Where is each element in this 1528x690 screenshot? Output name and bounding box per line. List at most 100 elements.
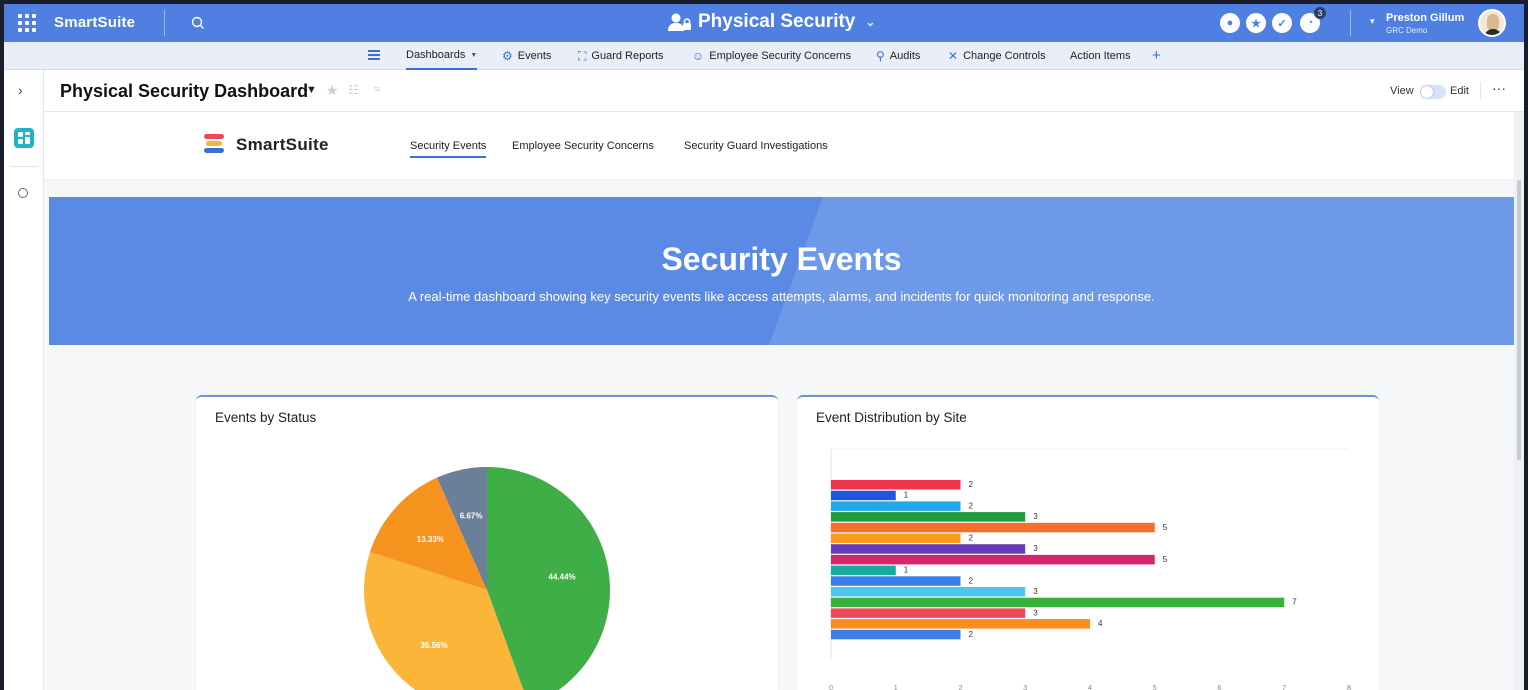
menu-icon[interactable] bbox=[368, 50, 380, 60]
scrollbar-thumb[interactable] bbox=[1517, 180, 1521, 460]
avatar[interactable] bbox=[1478, 9, 1506, 37]
chevron-down-icon[interactable]: ▼ bbox=[306, 84, 317, 96]
bar[interactable] bbox=[831, 480, 961, 490]
bar[interactable] bbox=[831, 554, 1155, 565]
nav-label: Events bbox=[517, 50, 552, 62]
dashboard-icon[interactable] bbox=[14, 128, 34, 148]
tab-security-guard-investigations[interactable]: Security Guard Investigations bbox=[684, 140, 828, 152]
bar[interactable] bbox=[831, 544, 1026, 554]
hero-description: A real-time dashboard showing key securi… bbox=[408, 289, 1155, 304]
top-bar: SmartSuite Physical Security ⌄ ● ★ ✓ ◔ 3… bbox=[4, 4, 1524, 42]
nav-label: Employee Security Concerns bbox=[709, 50, 852, 62]
nav-employee-security-concerns[interactable]: ☺ Employee Security Concerns bbox=[692, 42, 851, 70]
view-edit-toggle[interactable] bbox=[1420, 85, 1446, 99]
bar[interactable] bbox=[831, 576, 961, 586]
audits-icon: ⚲ bbox=[876, 49, 885, 63]
bar-value-label: 3 bbox=[1033, 608, 1038, 617]
tab-security-events[interactable]: Security Events bbox=[410, 140, 487, 158]
x-tick-label: 0 bbox=[829, 683, 833, 690]
rss-icon[interactable]: ≈ bbox=[374, 82, 381, 96]
pie-slice-label: 35.56% bbox=[420, 641, 447, 650]
tools-icon: ✕ bbox=[948, 49, 959, 63]
x-tick-label: 6 bbox=[1217, 683, 1221, 690]
events-by-status-chart: 44.44% 35.56% 13.33% 6.67% bbox=[364, 467, 610, 690]
tab-employee-security-concerns[interactable]: Employee Security Concerns bbox=[512, 140, 654, 152]
bar[interactable] bbox=[831, 490, 896, 501]
bar-value-label: 3 bbox=[1033, 587, 1038, 596]
smartsuite-logo-icon bbox=[204, 134, 224, 154]
event-distribution-card: Event Distribution by Site 2123523512373… bbox=[797, 395, 1379, 690]
favorites-icon[interactable]: ★ bbox=[1246, 13, 1266, 33]
brand-name[interactable]: SmartSuite bbox=[54, 14, 135, 31]
user-org: GRC Demo bbox=[1386, 26, 1428, 35]
page-title: Physical Security Dashboard bbox=[60, 81, 309, 101]
hero-title: Security Events bbox=[661, 241, 902, 277]
x-tick-label: 5 bbox=[1153, 683, 1157, 690]
nav-label: Action Items bbox=[1070, 50, 1131, 62]
chevron-down-icon: ▼ bbox=[470, 51, 478, 59]
x-tick-label: 2 bbox=[958, 683, 962, 690]
bar[interactable] bbox=[831, 608, 1026, 618]
bar-value-label: 2 bbox=[969, 630, 974, 639]
bar[interactable] bbox=[831, 512, 1026, 522]
bar-value-label: 2 bbox=[969, 576, 974, 585]
x-tick-label: 4 bbox=[1088, 683, 1092, 690]
bar-value-label: 1 bbox=[904, 566, 909, 575]
user-menu-chevron-icon[interactable]: ▾ bbox=[1370, 16, 1375, 27]
nav-guard-reports[interactable]: ⛶ Guard Reports bbox=[578, 42, 664, 70]
bar[interactable] bbox=[831, 533, 961, 544]
bar-value-label: 1 bbox=[904, 491, 909, 500]
x-tick-label: 8 bbox=[1347, 683, 1351, 690]
pie-slice-label: 44.44% bbox=[549, 573, 576, 582]
bar[interactable] bbox=[831, 522, 1155, 533]
x-tick-label: 7 bbox=[1282, 683, 1286, 690]
events-by-status-card: Events by Status 44.44% 35.56% 13.33% 6.67% bbox=[196, 395, 778, 690]
expand-sidebar-icon[interactable]: › bbox=[18, 82, 23, 98]
logo-text: SmartSuite bbox=[236, 135, 329, 154]
pie-slice-label: 13.33% bbox=[417, 535, 444, 544]
bar-value-label: 5 bbox=[1163, 555, 1168, 564]
scrollbar[interactable] bbox=[1514, 112, 1524, 690]
bar[interactable] bbox=[831, 619, 1090, 629]
pie-slice-label: 6.67% bbox=[460, 511, 483, 520]
nav-label: Change Controls bbox=[963, 50, 1046, 62]
notification-count-badge: 3 bbox=[1314, 7, 1326, 19]
events-icon: ⚙ bbox=[502, 49, 513, 63]
nav-dashboards[interactable]: Dashboards ▼ bbox=[406, 42, 478, 70]
workspace-title[interactable]: Physical Security ⌄ bbox=[668, 11, 875, 33]
bar[interactable] bbox=[831, 565, 896, 576]
bar-value-label: 2 bbox=[969, 501, 974, 510]
more-options-icon[interactable]: ··· bbox=[1492, 80, 1506, 96]
user-name[interactable]: Preston Gillum bbox=[1386, 12, 1464, 24]
event-distribution-chart: 2 1 2 3 5 2 3 5 1 2 3 7 3 4 2 0 1 2 3 4 5 6 7 8 bbox=[829, 448, 1351, 690]
bar[interactable] bbox=[831, 629, 961, 640]
check-icon[interactable]: ✓ bbox=[1272, 13, 1292, 33]
nav-label: Dashboards bbox=[406, 49, 466, 61]
bar[interactable] bbox=[831, 597, 1285, 608]
nav-audits[interactable]: ⚲ Audits bbox=[876, 42, 920, 70]
guard-reports-icon: ⛶ bbox=[578, 48, 587, 63]
nav-events[interactable]: ⚙ Events bbox=[502, 42, 551, 70]
nav-change-controls[interactable]: ✕ Change Controls bbox=[948, 42, 1046, 70]
hero-banner: Security Events A real-time dashboard sh… bbox=[49, 197, 1514, 345]
bar[interactable] bbox=[831, 587, 1026, 597]
profile-icon[interactable] bbox=[18, 188, 28, 198]
divider bbox=[1480, 82, 1481, 100]
page-header: Physical Security Dashboard ▼ ★ ☷ ≈ View… bbox=[44, 70, 1524, 112]
search-icon[interactable] bbox=[190, 15, 206, 31]
solution-nav: Dashboards ▼ ⚙ Events ⛶ Guard Reports ☺ … bbox=[4, 42, 1524, 70]
x-tick-label: 1 bbox=[894, 683, 898, 690]
workspace-icon bbox=[668, 13, 691, 31]
employee-concerns-icon: ☺ bbox=[692, 49, 705, 63]
app-launcher-icon[interactable] bbox=[18, 14, 36, 32]
chevron-down-icon[interactable]: ⌄ bbox=[865, 15, 875, 29]
star-icon[interactable]: ★ bbox=[326, 82, 339, 99]
bar[interactable] bbox=[831, 501, 961, 511]
x-tick-label: 3 bbox=[1023, 683, 1027, 690]
add-app-button[interactable]: + bbox=[1152, 47, 1161, 64]
share-icon[interactable]: ☷ bbox=[348, 83, 359, 97]
bar-value-label: 5 bbox=[1163, 523, 1168, 532]
nav-action-items[interactable]: Action Items bbox=[1070, 42, 1131, 70]
members-icon[interactable]: ● bbox=[1220, 13, 1240, 33]
view-label: View bbox=[1390, 85, 1414, 97]
